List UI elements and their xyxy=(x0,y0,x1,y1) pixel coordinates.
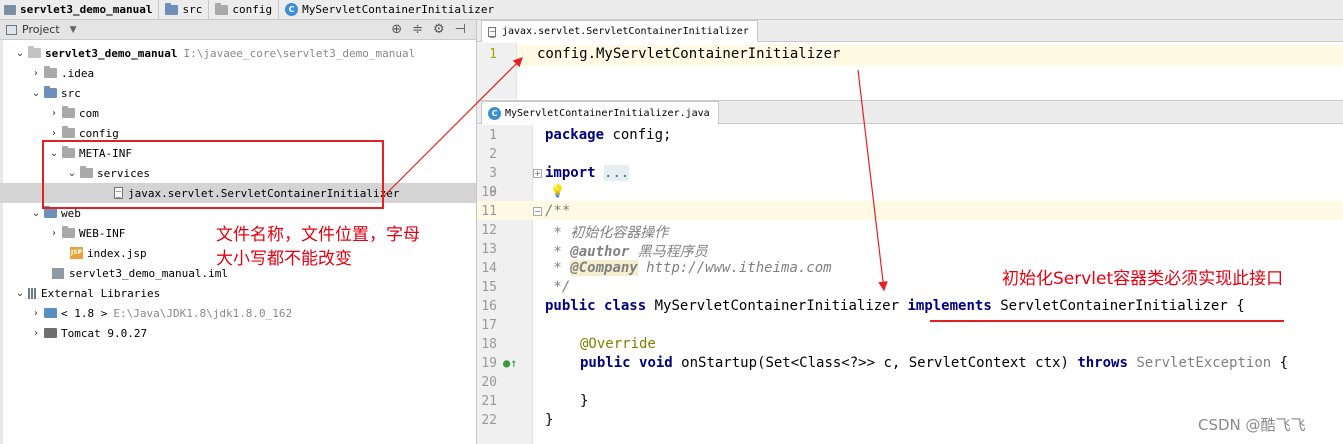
chevron-down-icon[interactable]: ⌄ xyxy=(28,208,44,219)
line-number: 1 xyxy=(489,128,497,143)
class-icon: C xyxy=(285,3,299,16)
module-folder-icon xyxy=(28,46,41,58)
separator xyxy=(208,0,210,20)
line-number: 14 xyxy=(481,261,497,276)
tree-annotation-line2: 大小写都不能改变 xyxy=(216,249,352,269)
code-line-22[interactable]: } xyxy=(545,412,553,428)
jsp-file-icon: JSP xyxy=(70,247,83,259)
line-number: 18 xyxy=(481,337,497,352)
code-line-13[interactable]: * @author 黑马程序员 xyxy=(545,241,707,261)
breadcrumb: servlet3_demo_manual src config C MyServ… xyxy=(0,0,1343,20)
tree-annotation-line1: 文件名称，文件位置，字母 xyxy=(216,225,420,245)
text-file-icon xyxy=(488,26,496,38)
folder-icon xyxy=(62,226,75,238)
line-number: 2 xyxy=(489,147,497,162)
code-line-15[interactable]: */ xyxy=(545,279,570,295)
breadcrumb-class[interactable]: C MyServletContainerInitializer xyxy=(281,0,498,20)
chevron-right-icon[interactable]: › xyxy=(28,68,44,79)
folder-icon xyxy=(44,66,57,78)
chevron-down-icon[interactable]: ⌄ xyxy=(12,48,28,59)
package-icon xyxy=(62,126,75,138)
tree-item-src[interactable]: ⌄ src xyxy=(0,83,476,103)
tree-item-idea[interactable]: › .idea xyxy=(0,63,476,83)
source-folder-icon xyxy=(44,86,57,98)
module-file-icon xyxy=(52,267,64,279)
hide-icon[interactable]: ⊣ xyxy=(455,22,466,37)
separator xyxy=(158,0,160,20)
chevron-right-icon[interactable]: › xyxy=(28,328,44,339)
tomcat-icon xyxy=(44,328,57,338)
gear-icon[interactable]: ⚙ xyxy=(433,22,445,37)
line-number: 15 xyxy=(481,280,497,295)
line-number: 3 xyxy=(489,166,497,181)
implements-method-icon[interactable]: ●↑ xyxy=(503,356,517,370)
line-number: 13 xyxy=(481,242,497,257)
module-icon xyxy=(4,4,16,15)
service-file-content[interactable]: config.MyServletContainerInitializer xyxy=(537,46,840,62)
jdk-icon xyxy=(44,308,57,318)
project-panel-title[interactable]: Project xyxy=(22,23,60,36)
current-line-highlight xyxy=(477,201,1343,220)
code-line-3[interactable]: import ... xyxy=(545,165,630,181)
chevron-right-icon[interactable]: › xyxy=(46,128,62,139)
line-number: 16 xyxy=(481,299,497,314)
tree-item-root[interactable]: ⌄ servlet3_demo_manual I:\javaee_core\se… xyxy=(0,43,476,63)
highlight-box xyxy=(42,140,384,209)
line-number: 1 xyxy=(489,47,497,62)
chevron-down-icon[interactable]: ⌄ xyxy=(28,88,44,99)
code-line-11[interactable]: /** xyxy=(545,203,570,219)
code-line-19[interactable]: public void onStartup(Set<Class<?>> c, S… xyxy=(580,355,1288,371)
target-icon[interactable]: ⊕ xyxy=(391,22,402,37)
breadcrumb-config[interactable]: config xyxy=(211,0,276,20)
chevron-right-icon[interactable]: › xyxy=(46,228,62,239)
editor-tabbar-top: javax.servlet.ServletContainerInitialize… xyxy=(477,20,1343,42)
code-line-21[interactable]: } xyxy=(580,393,588,409)
web-folder-icon xyxy=(44,206,57,218)
class-icon: C xyxy=(488,106,501,120)
separator xyxy=(278,0,280,20)
tree-item-tomcat[interactable]: › Tomcat 9.0.27 xyxy=(0,323,476,343)
line-number: 20 xyxy=(481,375,497,390)
code-line-12[interactable]: * 初始化容器操作 xyxy=(545,222,668,242)
fold-expand-icon[interactable]: + xyxy=(533,169,542,178)
tree-item-com[interactable]: › com xyxy=(0,103,476,123)
implements-underline xyxy=(930,320,1284,322)
library-icon xyxy=(28,287,36,299)
line-number: 11 xyxy=(481,204,497,219)
tab-service-file[interactable]: javax.servlet.ServletContainerInitialize… xyxy=(481,20,758,42)
line-number: 21 xyxy=(481,394,497,409)
tree-item-external-libraries[interactable]: ⌄ External Libraries xyxy=(0,283,476,303)
editor-tabbar-main: C MyServletContainerInitializer.java xyxy=(477,100,1343,124)
lightbulb-icon[interactable]: 💡 xyxy=(550,184,565,198)
chevron-right-icon[interactable]: › xyxy=(28,308,44,319)
line-number: 22 xyxy=(481,413,497,428)
watermark: CSDN @酷飞飞 xyxy=(1198,416,1306,434)
tab-java-file[interactable]: C MyServletContainerInitializer.java xyxy=(481,101,719,124)
tree-item-jdk[interactable]: › < 1.8 > E:\Java\JDK1.8\jdk1.8.0_162 xyxy=(0,303,476,323)
line-number: 17 xyxy=(481,318,497,333)
collapse-icon[interactable]: ≑ xyxy=(412,22,423,37)
package-icon xyxy=(62,106,75,118)
code-line-1[interactable]: package config; xyxy=(545,127,671,143)
code-line-18[interactable]: @Override xyxy=(580,336,656,352)
folder-icon xyxy=(165,2,179,15)
line-number: 10 xyxy=(481,185,497,200)
package-icon xyxy=(215,2,229,15)
chevron-down-icon[interactable]: ▼ xyxy=(70,25,77,35)
breadcrumb-project[interactable]: servlet3_demo_manual xyxy=(0,0,156,20)
project-icon xyxy=(6,25,17,35)
line-number: 12 xyxy=(481,223,497,238)
chevron-right-icon[interactable]: › xyxy=(46,108,62,119)
code-line-16[interactable]: public class MyServletContainerInitializ… xyxy=(545,298,1245,314)
code-annotation: 初始化Servlet容器类必须实现此接口 xyxy=(1002,269,1284,289)
code-line-14[interactable]: * @Company http://www.itheima.com xyxy=(545,260,832,276)
project-panel-header: Project ▼ ⊕ ≑ ⚙ ⊣ xyxy=(0,20,476,40)
breadcrumb-src[interactable]: src xyxy=(161,0,206,20)
fold-collapse-icon[interactable]: − xyxy=(533,207,542,216)
chevron-down-icon[interactable]: ⌄ xyxy=(12,288,28,299)
